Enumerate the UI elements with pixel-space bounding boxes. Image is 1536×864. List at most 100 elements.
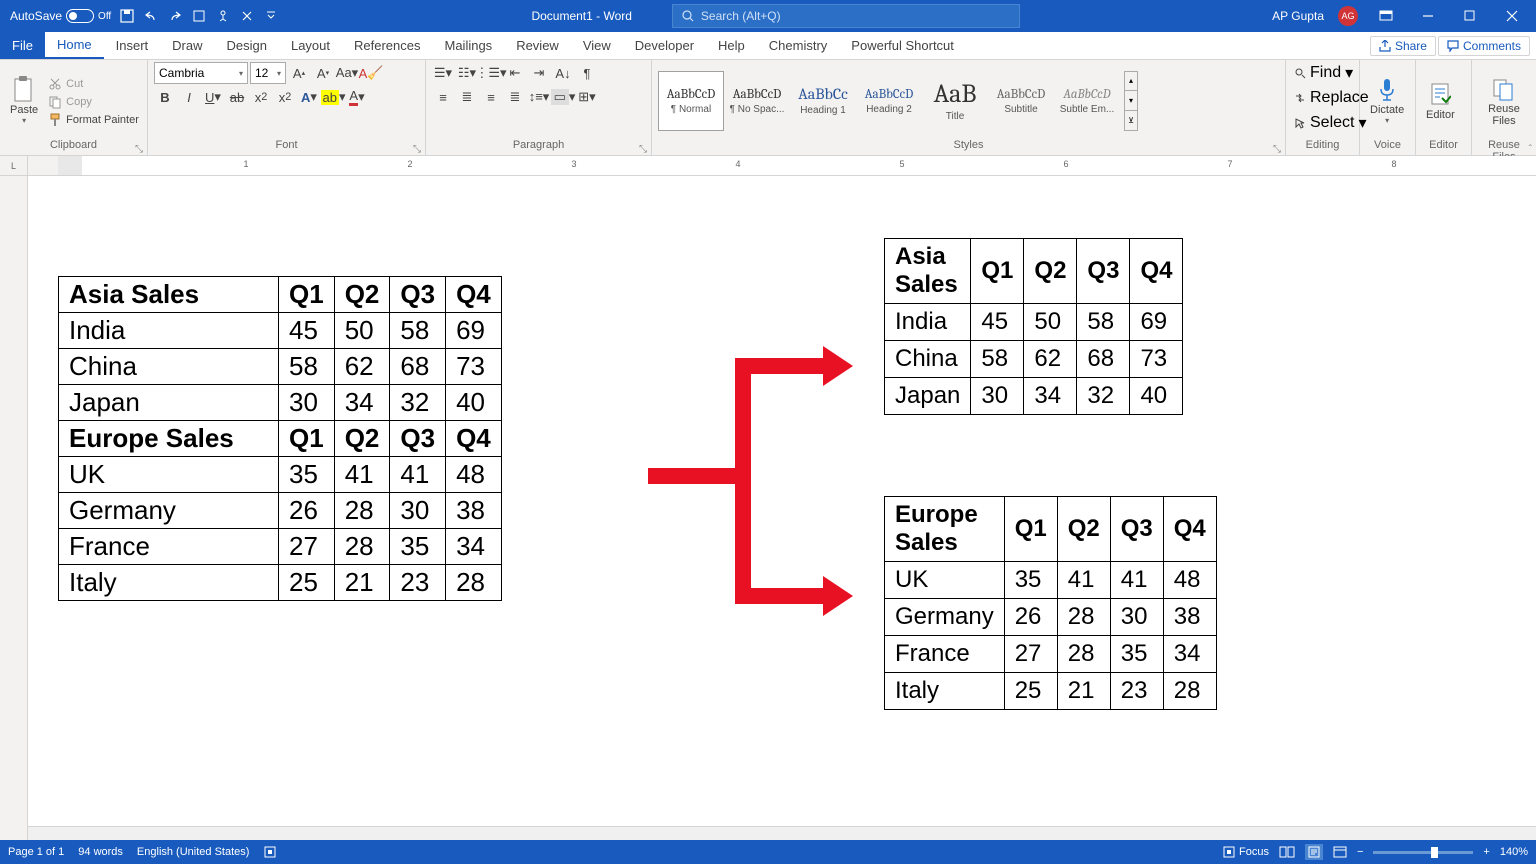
style-item[interactable]: AaBTitle <box>922 71 988 131</box>
multilevel-icon[interactable]: ⋮☰▾ <box>480 62 502 84</box>
bold-button[interactable]: B <box>154 86 176 108</box>
zoom-in-icon[interactable]: + <box>1483 846 1489 858</box>
table-row[interactable]: Germany26283038 <box>885 599 1217 636</box>
tab-references[interactable]: References <box>342 32 432 59</box>
qat-customize-icon[interactable] <box>263 8 279 24</box>
table-row[interactable]: China58626873 <box>59 349 502 385</box>
tab-help[interactable]: Help <box>706 32 757 59</box>
align-left-icon[interactable]: ≡ <box>432 86 454 108</box>
tab-draw[interactable]: Draw <box>160 32 214 59</box>
borders-icon[interactable]: ⊞▾ <box>576 86 598 108</box>
tab-view[interactable]: View <box>571 32 623 59</box>
close-icon[interactable] <box>1498 2 1526 30</box>
launcher-icon[interactable]: ⤡ <box>639 144 647 155</box>
minimize-icon[interactable] <box>1414 2 1442 30</box>
zoom-slider[interactable] <box>1373 851 1473 854</box>
ribbon-display-icon[interactable] <box>1372 2 1400 30</box>
language-status[interactable]: English (United States) <box>137 846 250 858</box>
increase-indent-icon[interactable]: ⇥ <box>528 62 550 84</box>
qat-icon-1[interactable] <box>191 8 207 24</box>
gallery-expand-icon[interactable]: ⊻ <box>1125 111 1137 130</box>
gallery-up-icon[interactable]: ▴ <box>1125 72 1137 92</box>
horizontal-scrollbar[interactable] <box>28 826 1536 840</box>
table-row[interactable]: UK35414148 <box>59 457 502 493</box>
tab-layout[interactable]: Layout <box>279 32 342 59</box>
focus-mode[interactable]: Focus <box>1223 846 1269 858</box>
clear-format-icon[interactable]: A🧹 <box>360 62 382 84</box>
show-marks-icon[interactable]: ¶ <box>576 62 598 84</box>
launcher-icon[interactable]: ⤡ <box>1273 144 1281 155</box>
print-layout-icon[interactable] <box>1305 844 1323 860</box>
bullets-icon[interactable]: ☰▾ <box>432 62 454 84</box>
replace-button[interactable]: Replace <box>1292 88 1371 108</box>
strikethrough-button[interactable]: ab <box>226 86 248 108</box>
table-row[interactable]: France27283534 <box>885 636 1217 673</box>
save-icon[interactable] <box>119 8 135 24</box>
align-right-icon[interactable]: ≡ <box>480 86 502 108</box>
collapse-ribbon-icon[interactable]: ˆ <box>1529 144 1532 155</box>
tab-review[interactable]: Review <box>504 32 571 59</box>
table-row[interactable]: Italy25212328 <box>885 673 1217 710</box>
tab-shortcut[interactable]: Powerful Shortcut <box>839 32 966 59</box>
macro-icon[interactable] <box>263 845 277 859</box>
font-name-select[interactable]: Cambria▾ <box>154 62 248 84</box>
highlight-icon[interactable]: ab▾ <box>322 86 344 108</box>
font-color-icon[interactable]: A▾ <box>346 86 368 108</box>
format-painter-button[interactable]: Format Painter <box>46 112 141 128</box>
font-size-select[interactable]: 12▾ <box>250 62 286 84</box>
vertical-ruler[interactable] <box>0 176 28 840</box>
italic-button[interactable]: I <box>178 86 200 108</box>
launcher-icon[interactable]: ⤡ <box>135 144 143 155</box>
dictate-button[interactable]: Dictate▾ <box>1366 74 1408 127</box>
table-row[interactable]: Italy25212328 <box>59 565 502 601</box>
word-count[interactable]: 94 words <box>78 846 123 858</box>
undo-icon[interactable] <box>143 8 159 24</box>
table-row[interactable]: China58626873 <box>885 341 1183 378</box>
maximize-icon[interactable] <box>1456 2 1484 30</box>
select-button[interactable]: Select▾ <box>1292 112 1369 134</box>
gallery-down-icon[interactable]: ▾ <box>1125 91 1137 111</box>
style-item[interactable]: AaBbCcD¶ Normal <box>658 71 724 131</box>
superscript-button[interactable]: x2 <box>274 86 296 108</box>
page[interactable]: Asia SalesQ1Q2Q3Q4India45505869China5862… <box>28 176 1536 840</box>
zoom-out-icon[interactable]: − <box>1357 846 1363 858</box>
web-layout-icon[interactable] <box>1333 846 1347 858</box>
read-mode-icon[interactable] <box>1279 846 1295 858</box>
align-center-icon[interactable]: ≣ <box>456 86 478 108</box>
style-item[interactable]: AaBbCcDHeading 2 <box>856 71 922 131</box>
copy-button[interactable]: Copy <box>46 94 141 110</box>
shrink-font-icon[interactable]: A▾ <box>312 62 334 84</box>
tab-home[interactable]: Home <box>45 32 104 59</box>
autosave-toggle[interactable]: AutoSave Off <box>10 9 111 23</box>
editor-button[interactable]: Editor <box>1422 79 1459 123</box>
table-row[interactable]: UK35414148 <box>885 562 1217 599</box>
find-button[interactable]: Find▾ <box>1292 62 1355 84</box>
reuse-files-button[interactable]: Reuse Files <box>1478 73 1530 129</box>
text-effects-icon[interactable]: A▾ <box>298 86 320 108</box>
user-avatar[interactable]: AG <box>1338 6 1358 26</box>
style-item[interactable]: AaBbCcDSubtle Em... <box>1054 71 1120 131</box>
underline-button[interactable]: U▾ <box>202 86 224 108</box>
shading-icon[interactable]: ▭▾ <box>552 86 574 108</box>
table-row[interactable]: India45505869 <box>59 313 502 349</box>
comments-button[interactable]: Comments <box>1438 36 1530 56</box>
style-item[interactable]: AaBbCcD¶ No Spac... <box>724 71 790 131</box>
redo-icon[interactable] <box>167 8 183 24</box>
user-name[interactable]: AP Gupta <box>1272 9 1324 23</box>
horizontal-ruler[interactable]: 123456789 <box>28 156 1536 175</box>
table-row[interactable]: India45505869 <box>885 304 1183 341</box>
table-row[interactable]: Japan30343240 <box>59 385 502 421</box>
style-item[interactable]: AaBbCcHeading 1 <box>790 71 856 131</box>
change-case-icon[interactable]: Aa▾ <box>336 62 358 84</box>
share-button[interactable]: Share <box>1370 36 1436 56</box>
zoom-level[interactable]: 140% <box>1500 846 1528 858</box>
sort-icon[interactable]: A↓ <box>552 62 574 84</box>
asia-sales-table[interactable]: Asia SalesQ1Q2Q3Q4India45505869China5862… <box>884 238 1183 415</box>
decrease-indent-icon[interactable]: ⇤ <box>504 62 526 84</box>
tab-developer[interactable]: Developer <box>623 32 706 59</box>
qat-icon-2[interactable] <box>215 8 231 24</box>
subscript-button[interactable]: x2 <box>250 86 272 108</box>
table-row[interactable]: Japan30343240 <box>885 378 1183 415</box>
cut-button[interactable]: Cut <box>46 76 141 92</box>
europe-sales-table[interactable]: Europe SalesQ1Q2Q3Q4UK35414148Germany262… <box>884 496 1217 710</box>
